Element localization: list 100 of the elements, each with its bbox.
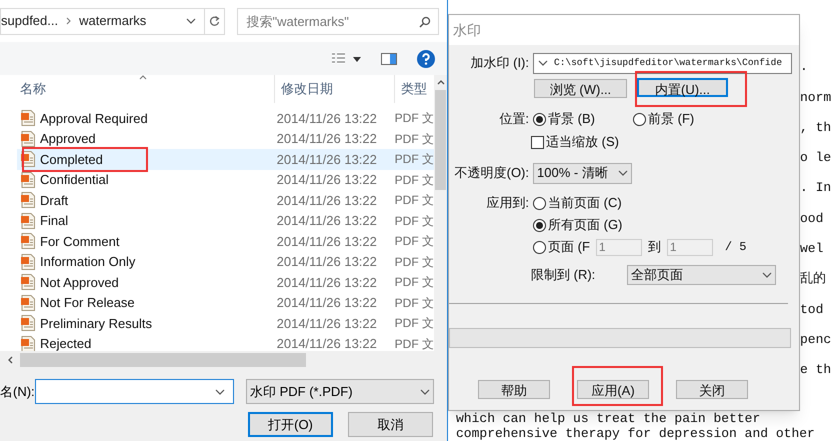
document-text: . xyxy=(800,58,808,76)
page-to-field[interactable]: 1 xyxy=(666,238,713,256)
column-header[interactable]: 名称 xyxy=(0,75,275,103)
radio-label: 当前页面 (C) xyxy=(548,194,622,212)
source-button[interactable]: 浏览 (W)... xyxy=(534,78,627,98)
file-name: Draft xyxy=(40,192,68,210)
breadcrumb-item[interactable]: supdfed... xyxy=(1,11,58,31)
dialog-button[interactable]: 取消 xyxy=(348,412,433,437)
help-icon[interactable] xyxy=(417,50,435,68)
pdf-file-icon xyxy=(21,254,35,270)
file-row[interactable]: Preliminary Results 2014/11/26 13:22 PDF 文 xyxy=(17,313,434,334)
page-from-field[interactable]: 1 xyxy=(596,238,642,256)
field-label: 位置: xyxy=(498,110,529,128)
radio-label: 前景 (F) xyxy=(648,110,694,128)
file-name: Rejected xyxy=(40,335,92,351)
file-type: PDF 文 xyxy=(394,336,434,351)
file-row[interactable]: Final 2014/11/26 13:22 PDF 文 xyxy=(17,210,434,231)
search-field[interactable]: 搜索"watermarks" xyxy=(237,8,439,34)
file-row[interactable]: For Comment 2014/11/26 13:22 PDF 文 xyxy=(17,231,434,252)
filename-field[interactable] xyxy=(35,379,234,404)
document-text: wel xyxy=(800,240,824,258)
scroll-up-icon[interactable] xyxy=(436,80,444,85)
document-text: comprehensive therapy for depression and other xyxy=(456,425,815,441)
pdf-file-icon xyxy=(21,233,35,250)
file-name: Completed xyxy=(40,150,103,169)
file-name: Not For Release xyxy=(40,294,135,312)
file-name: For Comment xyxy=(40,232,120,250)
pdf-file-icon xyxy=(21,110,35,126)
horizontal-scrollbar[interactable] xyxy=(0,351,434,368)
file-type: PDF 文 xyxy=(394,294,434,312)
dialog-button[interactable]: 应用(A) xyxy=(577,380,649,399)
file-row[interactable]: Draft 2014/11/26 13:22 PDF 文 xyxy=(17,190,434,210)
file-row[interactable]: Confidential 2014/11/26 13:22 PDF 文 xyxy=(17,170,434,190)
document-text: ood xyxy=(800,210,824,228)
vertical-scrollbar[interactable] xyxy=(434,75,447,368)
file-type: PDF 文 xyxy=(394,274,434,292)
file-date: 2014/11/26 13:22 xyxy=(276,150,378,168)
field-label: 限制到 (R): xyxy=(531,266,596,284)
opacity-select[interactable]: 100% - 清晰 xyxy=(533,162,632,184)
preview-pane-icon[interactable] xyxy=(381,52,397,64)
file-row[interactable]: Information Only 2014/11/26 13:22 PDF 文 xyxy=(17,252,434,272)
dialog-button[interactable]: 帮助 xyxy=(478,380,550,399)
column-header[interactable]: 类型 xyxy=(395,75,427,103)
dropdown-icon xyxy=(420,388,430,394)
dropdown-icon xyxy=(618,170,628,176)
file-type: PDF 文 xyxy=(394,233,434,250)
file-date: 2014/11/26 13:22 xyxy=(276,110,378,128)
path-combobox[interactable]: C:\soft\jisupdfeditor\watermarks\Confide xyxy=(533,52,792,74)
dropdown-icon xyxy=(215,388,225,394)
window-title: 水印 xyxy=(453,20,481,40)
dialog-button[interactable]: 关闭 xyxy=(676,380,748,399)
column-header[interactable]: 修改日期 xyxy=(275,75,395,103)
radio-button[interactable] xyxy=(633,112,646,126)
field-label: 加水印 (I): xyxy=(470,54,529,72)
file-date: 2014/11/26 13:22 xyxy=(276,274,378,292)
radio-label: 所有页面 (G) xyxy=(548,216,622,234)
document-text: e th xyxy=(800,361,831,380)
pdf-file-icon xyxy=(21,315,35,332)
file-name: Information Only xyxy=(40,253,136,271)
chevron-right-icon xyxy=(66,17,72,25)
radio-button[interactable] xyxy=(533,218,546,232)
file-date: 2014/11/26 13:22 xyxy=(276,192,378,210)
file-name: Not Approved xyxy=(40,274,119,292)
radio-button[interactable] xyxy=(533,112,546,126)
file-date: 2014/11/26 13:22 xyxy=(276,130,378,148)
document-text: tod xyxy=(800,300,824,318)
file-row[interactable]: Completed 2014/11/26 13:22 PDF 文 xyxy=(17,149,434,170)
pdf-file-icon xyxy=(21,274,35,290)
limit-select[interactable]: 全部页面 xyxy=(627,265,776,285)
radio-label: 背景 (B) xyxy=(548,110,595,128)
radio-button[interactable] xyxy=(533,240,546,254)
document-text: which can help us treat the pain better xyxy=(456,410,760,428)
document-text: o le xyxy=(800,149,831,168)
dropdown-icon xyxy=(538,60,548,66)
address-bar[interactable]: supdfed... watermarks xyxy=(0,8,226,34)
source-button[interactable]: 内置(U)... xyxy=(637,78,728,98)
pdf-file-icon xyxy=(21,192,35,208)
pdf-file-icon xyxy=(21,212,35,229)
file-name: Final xyxy=(40,212,68,230)
refresh-icon[interactable] xyxy=(209,16,220,26)
dropdown-icon xyxy=(186,18,196,24)
file-row[interactable]: Rejected 2014/11/26 13:22 PDF 文 xyxy=(17,334,434,351)
filetype-select[interactable]: 水印 PDF (*.PDF) xyxy=(246,379,434,404)
scale-checkbox[interactable] xyxy=(531,136,544,148)
radio-button[interactable] xyxy=(533,196,546,210)
file-row[interactable]: Not Approved 2014/11/26 13:22 PDF 文 xyxy=(17,272,434,292)
view-list-icon[interactable] xyxy=(331,52,361,64)
dialog-button[interactable]: 打开(O) xyxy=(248,412,333,437)
pdf-file-icon xyxy=(21,336,35,351)
file-row[interactable]: Not For Release 2014/11/26 13:22 PDF 文 xyxy=(17,292,434,313)
file-row[interactable]: Approved 2014/11/26 13:22 PDF 文 xyxy=(17,128,434,149)
document-text: . In xyxy=(800,179,831,198)
file-row[interactable]: Approval Required 2014/11/26 13:22 PDF 文 xyxy=(17,108,434,128)
scroll-left-icon[interactable] xyxy=(8,356,12,364)
search-icon xyxy=(419,16,431,28)
breadcrumb-item[interactable]: watermarks xyxy=(79,11,146,31)
dropdown-icon xyxy=(762,272,772,278)
radio-label: 页面 (F xyxy=(548,238,590,256)
file-date: 2014/11/26 13:22 xyxy=(276,171,378,189)
pdf-file-icon xyxy=(21,130,35,147)
